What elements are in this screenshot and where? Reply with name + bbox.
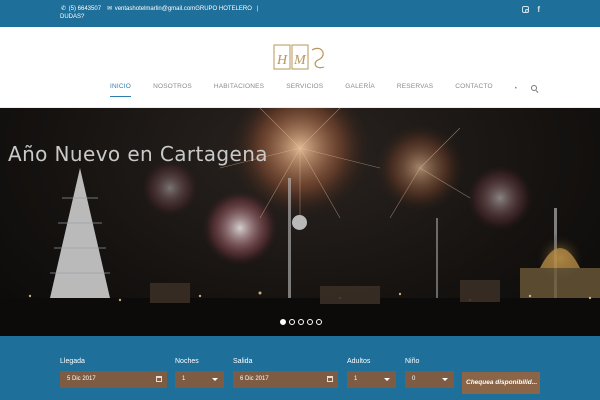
- site-header: H M INICIO NOSOTROS HABITACIONES SERVICI…: [0, 27, 600, 108]
- main-nav: INICIO NOSOTROS HABITACIONES SERVICIOS G…: [110, 83, 539, 97]
- nights-select[interactable]: 1: [175, 371, 224, 388]
- hotel-logo[interactable]: H M: [272, 42, 328, 72]
- social-links: f: [522, 6, 540, 14]
- arrival-value: 5 Dic 2017: [67, 376, 96, 382]
- faq-link[interactable]: DUDAS?: [60, 14, 84, 20]
- chevron-down-icon: [212, 378, 218, 381]
- nav-item-servicios[interactable]: SERVICIOS: [286, 83, 323, 94]
- slider-dot-2[interactable]: [289, 319, 295, 325]
- slider-dot-4[interactable]: [307, 319, 313, 325]
- nav-item-galeria[interactable]: GALERÍA: [345, 83, 375, 94]
- children-label: Niño: [405, 358, 420, 365]
- hero-slider[interactable]: Año Nuevo en Cartagena: [0, 108, 600, 336]
- nights-label: Noches: [175, 358, 199, 365]
- top-bar: ✆ (5) 6643507 ✉ ventashotelmarlin@gmail.…: [0, 0, 600, 27]
- email-link[interactable]: ventashotelmarlin@gmail.com: [115, 6, 195, 12]
- arrival-label: Llegada: [60, 358, 85, 365]
- slider-dot-1[interactable]: [280, 319, 286, 325]
- contact-info: ✆ (5) 6643507 ✉ ventashotelmarlin@gmail.…: [60, 5, 260, 21]
- slider-dot-3[interactable]: [298, 319, 304, 325]
- departure-value: 6 Dic 2017: [240, 376, 269, 382]
- arrival-field: Llegada 5 Dic 2017: [60, 358, 167, 388]
- chevron-down-icon: [442, 378, 448, 381]
- children-select[interactable]: 0: [405, 371, 454, 388]
- nav-item-reservas[interactable]: RESERVAS: [397, 83, 433, 94]
- adults-value: 1: [354, 376, 358, 382]
- phone-icon: ✆: [60, 6, 67, 12]
- nights-field: Noches 1: [175, 358, 224, 388]
- group-label[interactable]: GRUPO HOTELERO: [195, 6, 252, 12]
- svg-text:H: H: [276, 53, 288, 68]
- adults-select[interactable]: 1: [347, 371, 396, 388]
- booking-bar: Llegada 5 Dic 2017 Noches 1 Salida 6 Dic…: [0, 336, 600, 400]
- children-value: 0: [412, 376, 416, 382]
- nav-item-contacto[interactable]: CONTACTO: [455, 83, 492, 94]
- slider-pagination: [280, 319, 322, 325]
- nav-item-inicio[interactable]: INICIO: [110, 83, 132, 97]
- arrival-input[interactable]: 5 Dic 2017: [60, 371, 167, 388]
- adults-field: Adultos 1: [347, 358, 396, 388]
- instagram-icon[interactable]: [522, 6, 530, 13]
- nav-item-habitaciones[interactable]: HABITACIONES: [214, 83, 264, 94]
- search-icon[interactable]: [530, 84, 539, 93]
- chevron-down-icon: [384, 378, 390, 381]
- envelope-icon: ✉: [107, 6, 113, 12]
- calendar-icon[interactable]: [327, 376, 333, 382]
- phone-number[interactable]: (5) 6643507: [69, 6, 101, 12]
- adults-label: Adultos: [347, 358, 371, 365]
- check-availability-button[interactable]: Chequea disponibilid...: [462, 372, 540, 394]
- separator: |: [256, 6, 259, 12]
- facebook-icon[interactable]: f: [537, 6, 540, 14]
- calendar-icon[interactable]: [156, 376, 162, 382]
- nav-item-nosotros[interactable]: NOSOTROS: [153, 83, 192, 94]
- slider-play-button[interactable]: [292, 215, 307, 230]
- departure-label: Salida: [233, 358, 253, 365]
- slider-dot-5[interactable]: [316, 319, 322, 325]
- departure-input[interactable]: 6 Dic 2017: [233, 371, 338, 388]
- hero-title: Año Nuevo en Cartagena: [8, 142, 268, 166]
- departure-field: Salida 6 Dic 2017: [233, 358, 338, 388]
- nav-extra-marker[interactable]: •: [515, 86, 517, 92]
- children-field: Niño 0: [405, 358, 454, 388]
- svg-text:M: M: [293, 53, 307, 68]
- nights-value: 1: [182, 376, 186, 382]
